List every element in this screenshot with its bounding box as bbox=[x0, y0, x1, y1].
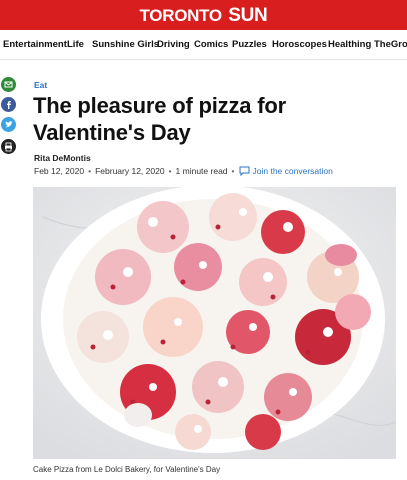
photo-caption: Cake Pizza from Le Dolci Bakery, for Val… bbox=[33, 465, 221, 474]
facebook-icon bbox=[7, 101, 11, 109]
section-nav: Entertainment Life Sunshine Girls Drivin… bbox=[0, 30, 407, 60]
nav-item-thegrow[interactable]: TheGrow bbox=[374, 39, 407, 50]
nav-item-sunshine-girls[interactable]: Sunshine Girls bbox=[92, 39, 159, 50]
nav-item-puzzles[interactable]: Puzzles bbox=[232, 39, 267, 50]
logo-sun: SUN bbox=[228, 5, 268, 26]
article-photo[interactable] bbox=[33, 187, 396, 459]
nav-item-driving[interactable]: Driving bbox=[157, 39, 190, 50]
article-meta: Feb 12, 2020 • February 12, 2020 • 1 minute … bbox=[34, 165, 333, 177]
nav-item-life[interactable]: Life bbox=[67, 39, 84, 50]
share-print-button[interactable] bbox=[1, 139, 16, 154]
article-author[interactable]: Rita DeMontis bbox=[34, 153, 91, 163]
published-date: Feb 12, 2020 bbox=[34, 165, 85, 176]
nav-item-entertainment[interactable]: Entertainment bbox=[3, 39, 67, 50]
nav-item-comics[interactable]: Comics bbox=[194, 39, 228, 50]
share-twitter-button[interactable] bbox=[1, 117, 16, 132]
share-facebook-button[interactable] bbox=[1, 97, 16, 112]
article-title: The pleasure of pizza for Valentine's Da… bbox=[33, 93, 286, 145]
nav-item-healthing[interactable]: Healthing bbox=[328, 39, 371, 50]
join-conversation-label: Join the conversation bbox=[252, 166, 333, 177]
updated-date: February 12, 2020 bbox=[95, 165, 165, 176]
logo-toronto: TORONTO bbox=[139, 6, 223, 25]
share-email-button[interactable] bbox=[1, 77, 16, 92]
cake-pizza-image bbox=[33, 187, 396, 459]
join-conversation-link[interactable]: Join the conversation bbox=[239, 165, 333, 177]
masthead: TORONTO SUN bbox=[0, 0, 407, 30]
nav-item-horoscopes[interactable]: Horoscopes bbox=[272, 39, 327, 50]
comment-icon bbox=[239, 166, 250, 177]
site-logo[interactable]: TORONTO SUN bbox=[0, 5, 407, 27]
article-category[interactable]: Eat bbox=[34, 80, 47, 90]
email-icon bbox=[4, 81, 13, 88]
print-icon bbox=[5, 142, 12, 152]
read-time: 1 minute read bbox=[175, 165, 228, 176]
twitter-icon bbox=[5, 121, 13, 128]
